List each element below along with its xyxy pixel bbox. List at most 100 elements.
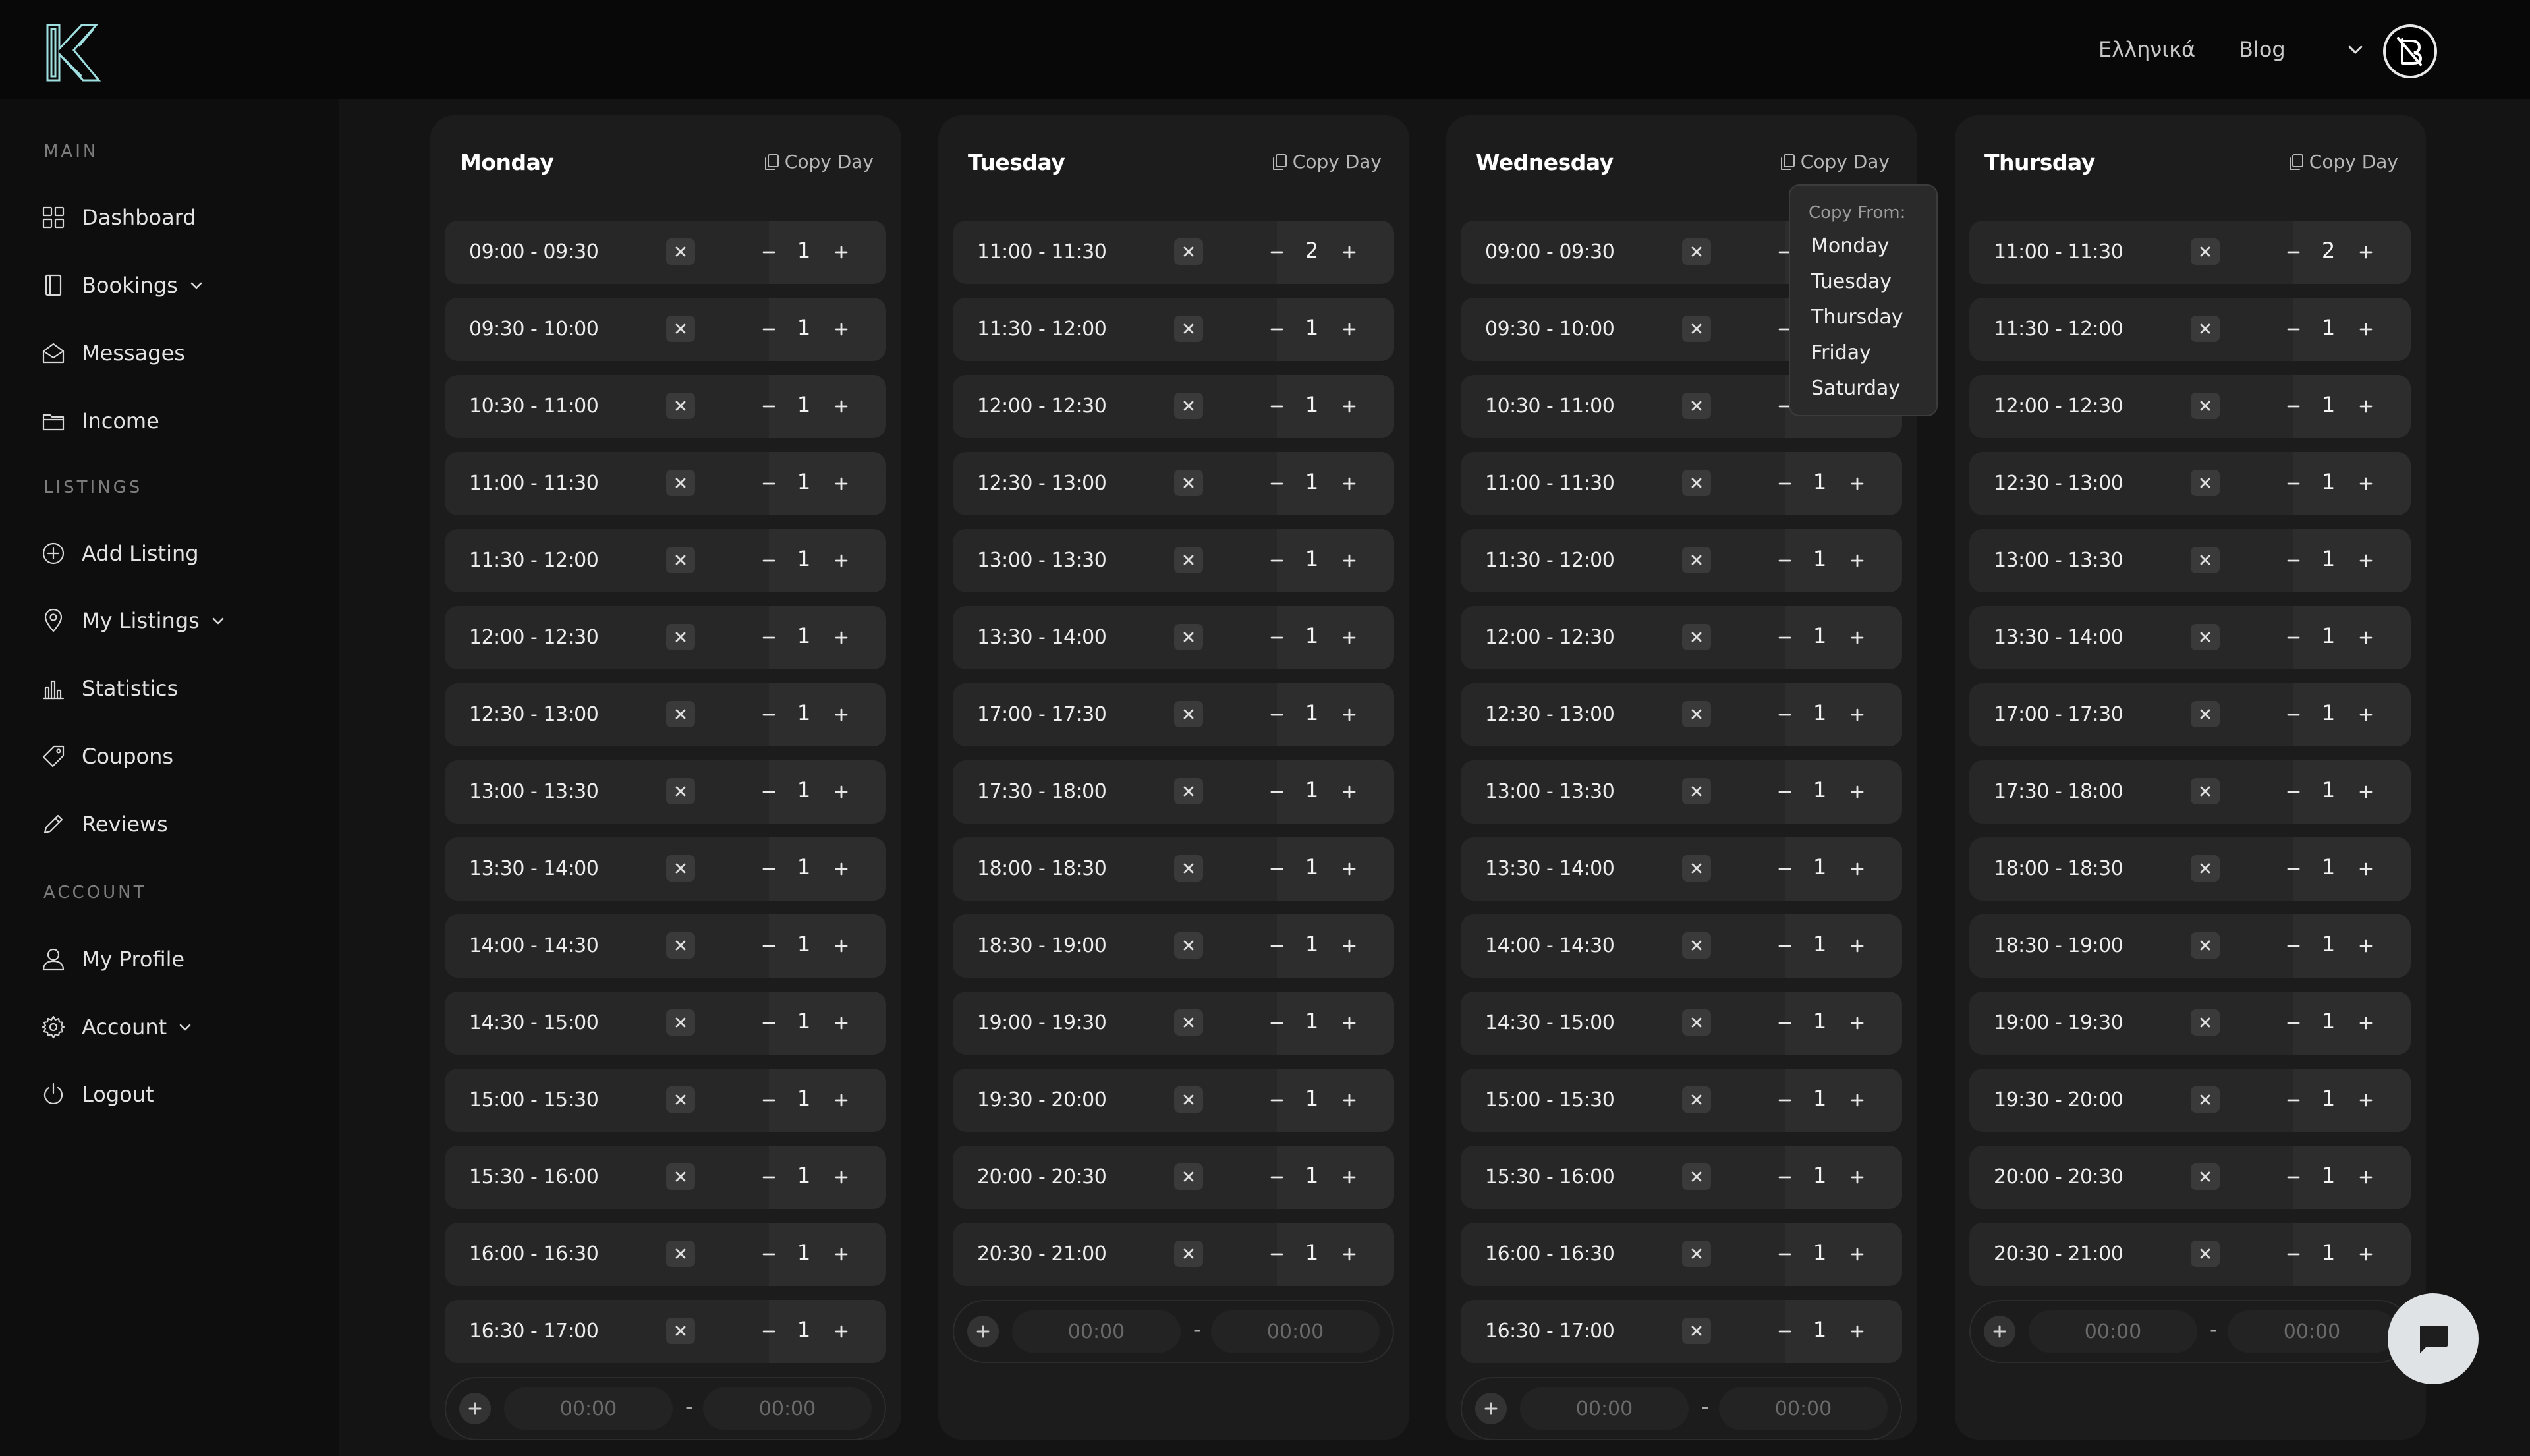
add-slot-button[interactable] [1475,1393,1507,1424]
remove-slot-button[interactable] [2191,1163,2220,1190]
remove-slot-button[interactable] [1174,932,1203,959]
plus-icon[interactable] [1340,1091,1359,1109]
plus-icon[interactable] [1340,474,1359,493]
minus-icon[interactable] [760,1322,778,1341]
remove-slot-button[interactable] [1682,1009,1711,1036]
add-slot-button[interactable] [459,1393,491,1424]
copy-day-button[interactable]: Copy Day [1270,151,1382,173]
sidebar-item-account[interactable]: Account [41,1007,193,1047]
remove-slot-button[interactable] [666,701,695,727]
minus-icon[interactable] [760,783,778,801]
plus-icon[interactable] [832,551,851,570]
plus-icon[interactable] [1340,397,1359,416]
remove-slot-button[interactable] [1174,393,1203,419]
plus-icon[interactable] [1340,937,1359,955]
plus-icon[interactable] [1340,320,1359,339]
remove-slot-button[interactable] [1682,1086,1711,1113]
start-time-input[interactable] [1012,1310,1181,1353]
remove-slot-button[interactable] [1682,238,1711,265]
add-slot-button[interactable] [967,1316,999,1347]
chevron-down-icon[interactable] [2346,40,2365,59]
sidebar-item-income[interactable]: Income [41,401,159,441]
plus-icon[interactable] [1340,783,1359,801]
remove-slot-button[interactable] [1174,855,1203,882]
remove-slot-button[interactable] [1174,1009,1203,1036]
plus-icon[interactable] [2357,860,2375,878]
end-time-input[interactable] [1211,1310,1380,1353]
sidebar-item-statistics[interactable]: Statistics [41,669,178,708]
remove-slot-button[interactable] [666,470,695,496]
minus-icon[interactable] [760,937,778,955]
plus-icon[interactable] [832,783,851,801]
minus-icon[interactable] [2284,1245,2303,1264]
minus-icon[interactable] [1776,706,1794,724]
remove-slot-button[interactable] [1682,547,1711,573]
remove-slot-button[interactable] [666,316,695,342]
minus-icon[interactable] [2284,474,2303,493]
start-time-input[interactable] [1520,1387,1689,1430]
sidebar-item-add-listing[interactable]: Add Listing [41,534,199,573]
remove-slot-button[interactable] [2191,855,2220,882]
plus-icon[interactable] [832,243,851,262]
remove-slot-button[interactable] [2191,701,2220,727]
remove-slot-button[interactable] [2191,470,2220,496]
remove-slot-button[interactable] [666,778,695,804]
plus-icon[interactable] [2357,1091,2375,1109]
copy-from-option-monday[interactable]: Monday [1811,235,1889,258]
minus-icon[interactable] [1776,1245,1794,1264]
remove-slot-button[interactable] [1682,778,1711,804]
minus-icon[interactable] [1268,551,1286,570]
sidebar-item-my-listings[interactable]: My Listings [41,601,226,640]
remove-slot-button[interactable] [1174,778,1203,804]
plus-icon[interactable] [1848,860,1867,878]
plus-icon[interactable] [1340,629,1359,647]
minus-icon[interactable] [1268,706,1286,724]
remove-slot-button[interactable] [1174,316,1203,342]
minus-icon[interactable] [1776,1014,1794,1032]
copy-day-button[interactable]: Copy Day [2287,151,2398,173]
minus-icon[interactable] [760,860,778,878]
minus-icon[interactable] [2284,551,2303,570]
plus-icon[interactable] [1340,860,1359,878]
remove-slot-button[interactable] [2191,1009,2220,1036]
minus-icon[interactable] [1268,320,1286,339]
remove-slot-button[interactable] [666,855,695,882]
remove-slot-button[interactable] [1174,1163,1203,1190]
remove-slot-button[interactable] [1682,316,1711,342]
minus-icon[interactable] [1776,629,1794,647]
minus-icon[interactable] [1268,474,1286,493]
plus-icon[interactable] [2357,629,2375,647]
user-avatar[interactable] [2383,24,2437,78]
plus-icon[interactable] [1340,1245,1359,1264]
minus-icon[interactable] [1776,860,1794,878]
minus-icon[interactable] [1776,474,1794,493]
plus-icon[interactable] [832,860,851,878]
minus-icon[interactable] [1776,1168,1794,1187]
plus-icon[interactable] [1848,1322,1867,1341]
remove-slot-button[interactable] [2191,624,2220,650]
plus-icon[interactable] [2357,474,2375,493]
minus-icon[interactable] [2284,783,2303,801]
minus-icon[interactable] [1776,551,1794,570]
minus-icon[interactable] [1776,937,1794,955]
plus-icon[interactable] [832,1014,851,1032]
remove-slot-button[interactable] [2191,393,2220,419]
plus-icon[interactable] [832,1322,851,1341]
plus-icon[interactable] [1848,551,1867,570]
minus-icon[interactable] [2284,320,2303,339]
minus-icon[interactable] [2284,1014,2303,1032]
minus-icon[interactable] [2284,1168,2303,1187]
minus-icon[interactable] [760,706,778,724]
minus-icon[interactable] [760,243,778,262]
minus-icon[interactable] [1268,1014,1286,1032]
plus-icon[interactable] [1848,783,1867,801]
sidebar-item-my-profile[interactable]: My Profile [41,939,184,979]
minus-icon[interactable] [1268,1245,1286,1264]
remove-slot-button[interactable] [666,1241,695,1267]
minus-icon[interactable] [1268,860,1286,878]
copy-from-option-tuesday[interactable]: Tuesday [1811,270,1892,293]
add-slot-button[interactable] [1984,1316,2015,1347]
remove-slot-button[interactable] [1682,1241,1711,1267]
remove-slot-button[interactable] [2191,238,2220,265]
remove-slot-button[interactable] [2191,316,2220,342]
